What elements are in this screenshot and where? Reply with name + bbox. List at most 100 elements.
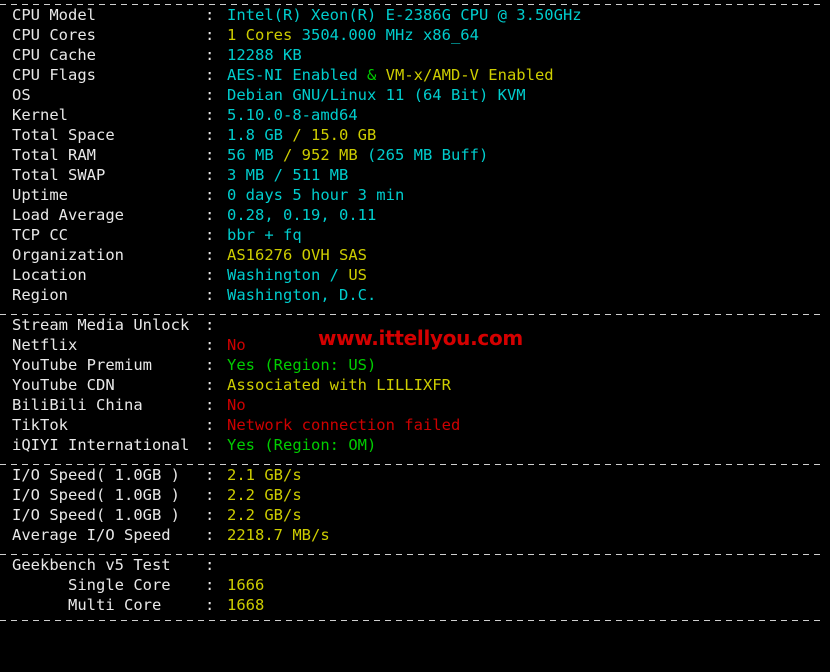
- row-label: Multi Core: [12, 596, 162, 614]
- row-value: Yes (Region: US): [227, 356, 377, 374]
- row-label: Average I/O Speed: [12, 526, 171, 544]
- row-label: BiliBili China: [12, 396, 143, 414]
- row-label: I/O Speed( 1.0GB ): [12, 466, 180, 484]
- row-colon: :: [205, 596, 215, 614]
- row-value: No: [227, 336, 246, 354]
- row-colon: :: [205, 466, 215, 484]
- row-label: TikTok: [12, 416, 68, 434]
- info-row: YouTube Premium: Yes (Region: US): [0, 355, 830, 375]
- row-value: 1.8 GB: [227, 126, 293, 144]
- row-value: (265 MB Buff): [367, 146, 489, 164]
- row-colon: :: [205, 526, 215, 544]
- row-colon: :: [205, 486, 215, 504]
- row-colon: :: [205, 576, 215, 594]
- row-label: OS: [12, 86, 31, 104]
- row-value: 2218.7 MB/s: [227, 526, 330, 544]
- info-row: Total RAM:56 MB / 952 MB (265 MB Buff): [0, 145, 830, 165]
- row-value: Debian GNU/Linux 11 (64 Bit) KVM: [227, 86, 526, 104]
- geekbench-section: Geekbench v5 Test: Single Core:1666 Mult…: [0, 555, 830, 615]
- row-value: Associated with LILLIXFR: [227, 376, 451, 394]
- row-colon: :: [205, 286, 215, 304]
- row-value: 0 days 5 hour 3 min: [227, 186, 405, 204]
- info-row: TikTok: Network connection failed: [0, 415, 830, 435]
- info-row: Geekbench v5 Test:: [0, 555, 830, 575]
- info-row: OS: Debian GNU/Linux 11 (64 Bit) KVM: [0, 85, 830, 105]
- info-row: CPU Model: Intel(R) Xeon(R) E-2386G CPU @…: [0, 5, 830, 25]
- info-row: TCP CC: bbr + fq: [0, 225, 830, 245]
- row-value: 2.1 GB/s: [227, 466, 302, 484]
- row-label: Single Core: [12, 576, 171, 594]
- row-value: 1 Cores: [227, 26, 302, 44]
- row-label: iQIYI International: [12, 436, 190, 454]
- row-colon: :: [205, 376, 215, 394]
- row-label: TCP CC: [12, 226, 68, 244]
- row-colon: :: [205, 6, 215, 24]
- info-row: Load Average:0.28, 0.19, 0.11: [0, 205, 830, 225]
- info-row: I/O Speed( 1.0GB ):2.2 GB/s: [0, 505, 830, 525]
- row-label: CPU Flags: [12, 66, 96, 84]
- info-row: CPU Cache:12288 KB: [0, 45, 830, 65]
- row-label: I/O Speed( 1.0GB ): [12, 486, 180, 504]
- row-value: 2.2 GB/s: [227, 506, 302, 524]
- row-colon: :: [205, 506, 215, 524]
- row-label: Total Space: [12, 126, 115, 144]
- row-label: Total SWAP: [12, 166, 106, 184]
- row-colon: :: [205, 26, 215, 44]
- row-label: I/O Speed( 1.0GB ): [12, 506, 180, 524]
- row-colon: :: [205, 336, 215, 354]
- system-info-section: CPU Model: Intel(R) Xeon(R) E-2386G CPU @…: [0, 5, 830, 305]
- info-row: Average I/O Speed:2218.7 MB/s: [0, 525, 830, 545]
- info-row: Region: Washington, D.C.: [0, 285, 830, 305]
- row-value: No: [227, 396, 246, 414]
- row-colon: :: [205, 266, 215, 284]
- row-label: Geekbench v5 Test: [12, 556, 171, 574]
- info-row: I/O Speed( 1.0GB ):2.2 GB/s: [0, 485, 830, 505]
- row-value: 5.10.0-8-amd64: [227, 106, 358, 124]
- row-label: CPU Model: [12, 6, 96, 24]
- terminal-screen: CPU Model: Intel(R) Xeon(R) E-2386G CPU @…: [0, 4, 830, 672]
- row-label: Netflix: [12, 336, 78, 354]
- row-value: 1668: [227, 596, 265, 614]
- row-label: CPU Cores: [12, 26, 96, 44]
- row-label: Kernel: [12, 106, 68, 124]
- row-label: Location: [12, 266, 87, 284]
- row-label: YouTube Premium: [12, 356, 152, 374]
- row-colon: :: [205, 146, 215, 164]
- row-colon: :: [205, 316, 215, 334]
- info-row: Total SWAP:3 MB / 511 MB: [0, 165, 830, 185]
- row-label: Organization: [12, 246, 124, 264]
- row-value: AS16276 OVH SAS: [227, 246, 367, 264]
- row-value: Washington /: [227, 266, 349, 284]
- row-value: Yes (Region: OM): [227, 436, 377, 454]
- info-row: Uptime:0 days 5 hour 3 min: [0, 185, 830, 205]
- row-value: bbr + fq: [227, 226, 302, 244]
- row-colon: :: [205, 246, 215, 264]
- info-row: CPU Cores:1 Cores 3504.000 MHz x86_64: [0, 25, 830, 45]
- row-colon: :: [205, 86, 215, 104]
- separator-bottom: [0, 620, 825, 621]
- row-label: Region: [12, 286, 68, 304]
- row-value: Network connection failed: [227, 416, 461, 434]
- row-colon: :: [205, 226, 215, 244]
- row-label: YouTube CDN: [12, 376, 115, 394]
- row-value: 1666: [227, 576, 265, 594]
- row-colon: :: [205, 46, 215, 64]
- row-label: CPU Cache: [12, 46, 96, 64]
- info-row: BiliBili China: No: [0, 395, 830, 415]
- row-colon: :: [205, 66, 215, 84]
- row-label: Total RAM: [12, 146, 96, 164]
- site-watermark: www.ittellyou.com: [318, 326, 523, 350]
- row-value: AES-NI Enabled: [227, 66, 367, 84]
- row-value: 2.2 GB/s: [227, 486, 302, 504]
- row-value: Intel(R) Xeon(R) E-2386G CPU @ 3.50GHz: [227, 6, 582, 24]
- row-value: US: [348, 266, 367, 284]
- info-row: YouTube CDN: Associated with LILLIXFR: [0, 375, 830, 395]
- row-colon: :: [205, 106, 215, 124]
- info-row: I/O Speed( 1.0GB ):2.1 GB/s: [0, 465, 830, 485]
- row-label: Uptime: [12, 186, 68, 204]
- info-row: Single Core:1666: [0, 575, 830, 595]
- row-label: Load Average: [12, 206, 124, 224]
- info-row: Location: Washington / US: [0, 265, 830, 285]
